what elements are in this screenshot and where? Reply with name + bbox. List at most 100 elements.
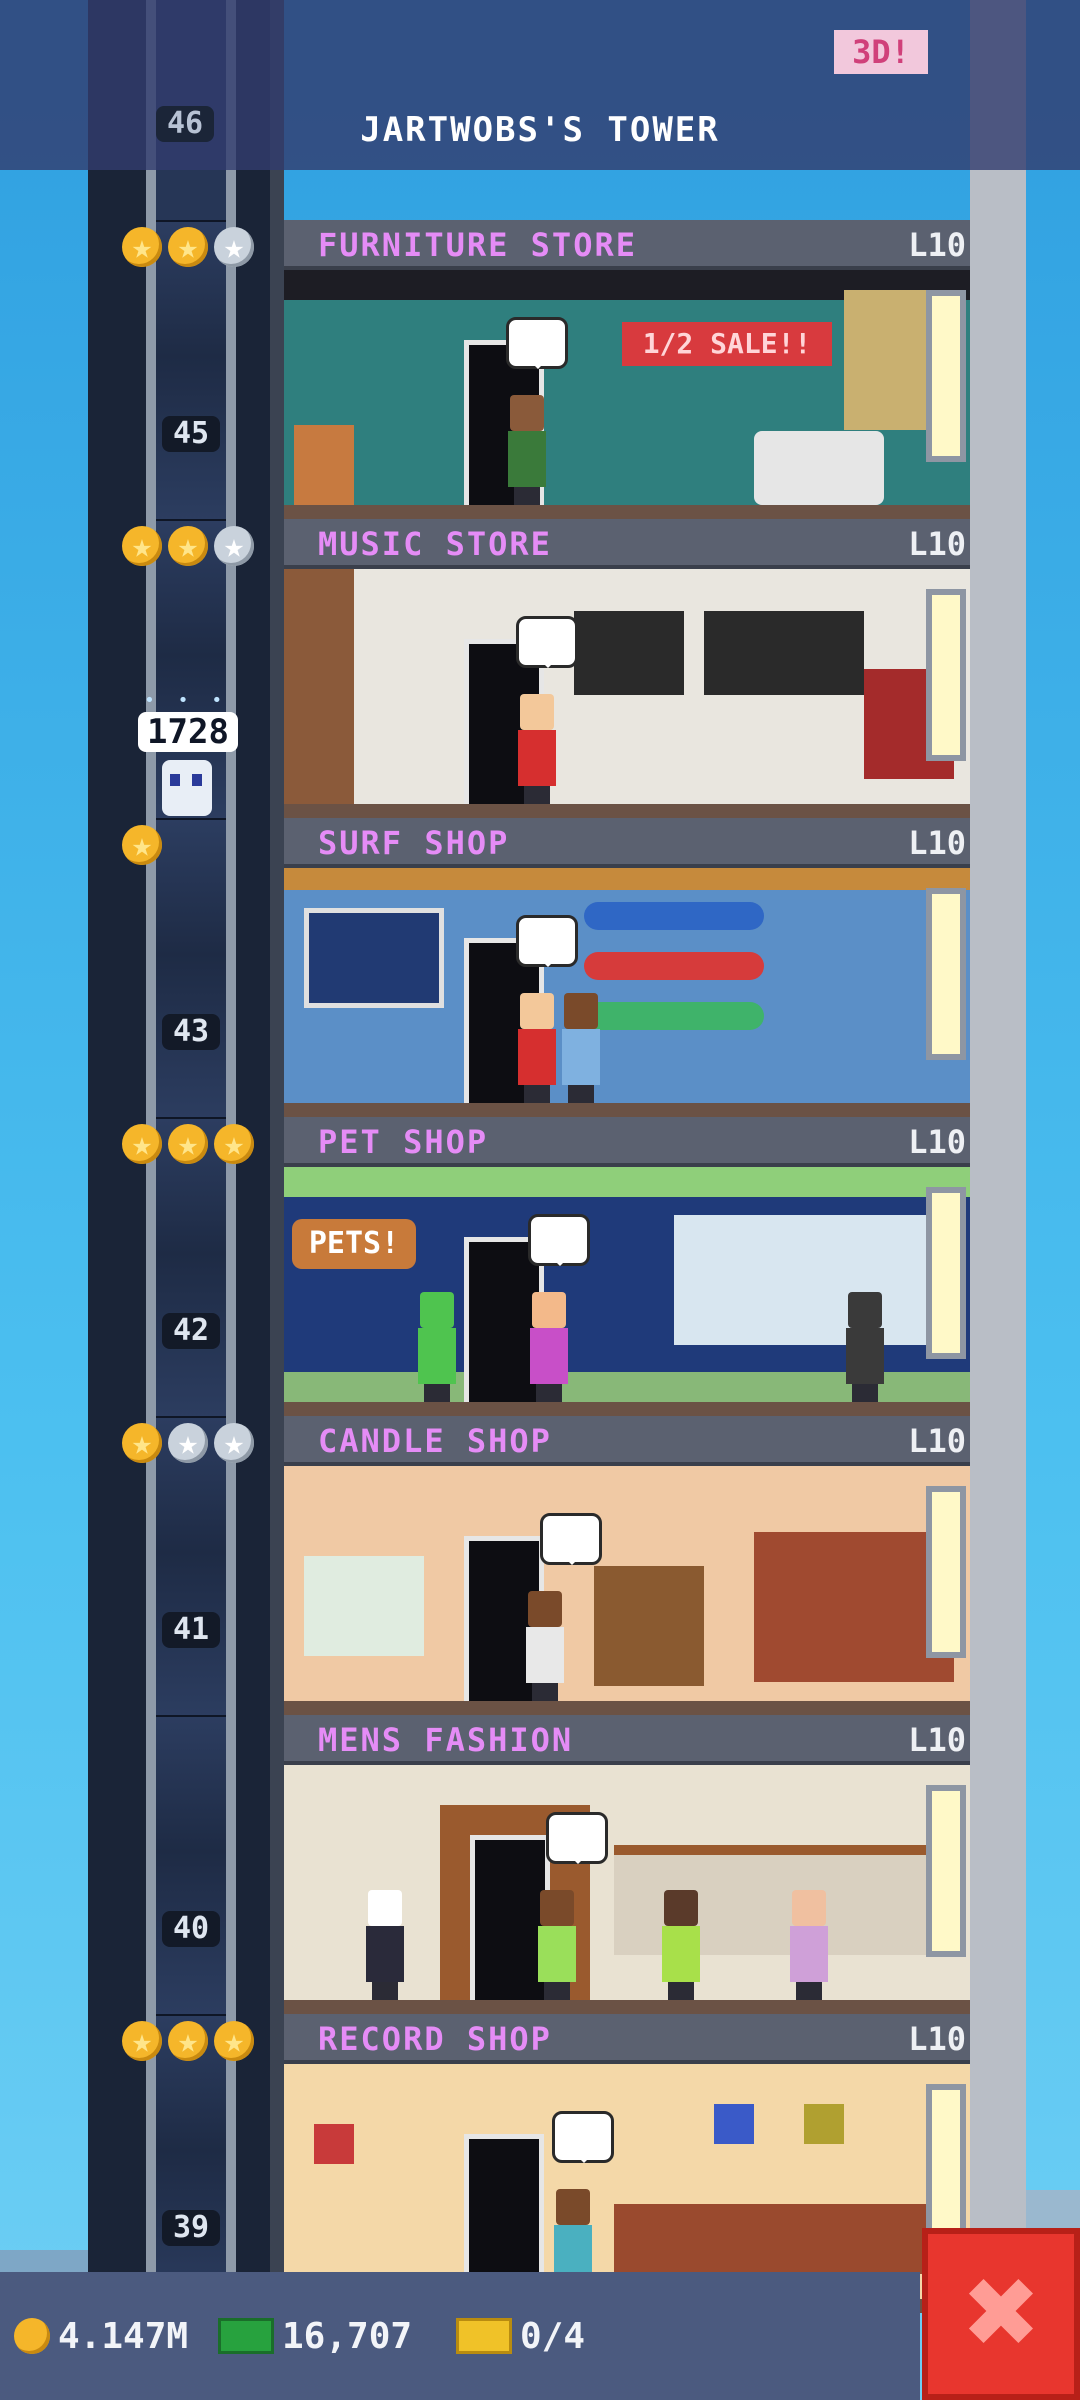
bitizen[interactable] — [516, 993, 558, 1103]
bitizen[interactable] — [516, 694, 558, 804]
gold-star-icon: ★ — [214, 2021, 254, 2061]
floor-name: FURNITURE STORE — [318, 226, 637, 264]
request-bubble[interactable] — [552, 2111, 614, 2163]
bitizen[interactable] — [536, 1890, 578, 2000]
wall-light — [926, 1486, 966, 1658]
request-bubble[interactable] — [528, 1214, 590, 1266]
bitizen[interactable] — [660, 1890, 702, 2000]
bitizen[interactable] — [524, 1591, 566, 1701]
bitizen[interactable] — [788, 1890, 830, 2000]
request-bubble[interactable] — [506, 317, 568, 369]
floor-header: MUSIC STORE L10 — [284, 519, 970, 569]
bux-icon — [218, 2318, 274, 2354]
floor-header: SURF SHOP L10 — [284, 818, 970, 868]
floor-number: 43 — [162, 1014, 220, 1050]
floor-name: RECORD SHOP — [318, 2020, 552, 2058]
wall-light — [926, 589, 966, 761]
bitizen[interactable] — [528, 1292, 570, 1402]
bitizen[interactable] — [560, 993, 602, 1103]
floor-level: L10 — [908, 824, 966, 862]
floor-surf-shop[interactable]: SURF SHOP L10 — [284, 818, 970, 1117]
coins-counter[interactable]: 4.147M — [14, 2306, 188, 2366]
floor-level: L10 — [908, 1123, 966, 1161]
bux-counter[interactable]: 16,707 — [218, 2306, 412, 2366]
floor-level: L10 — [908, 226, 966, 264]
request-bubble[interactable] — [540, 1513, 602, 1565]
floor-name: MUSIC STORE — [318, 525, 552, 563]
floor-stars: ★ — [122, 822, 272, 868]
gold-star-icon: ★ — [122, 1423, 162, 1463]
gold-star-icon: ★ — [122, 1124, 162, 1164]
floor-music-store[interactable]: MUSIC STORE L10 — [284, 519, 970, 818]
tickets-counter[interactable]: 0/4 — [456, 2306, 585, 2366]
gold-star-icon: ★ — [168, 526, 208, 566]
sale-sign: 1/2 SALE!! — [622, 322, 832, 366]
silver-star-icon: ★ — [214, 227, 254, 267]
silver-star-icon: ★ — [214, 526, 254, 566]
floor-number: 39 — [162, 2210, 220, 2246]
gold-star-icon: ★ — [122, 526, 162, 566]
floor-stars: ★ ★ ★ — [122, 224, 272, 270]
wall-light — [926, 290, 966, 462]
ticket-icon — [456, 2318, 512, 2354]
floor-level: L10 — [908, 525, 966, 563]
floor-stars: ★ ★ ★ — [122, 1121, 272, 1167]
bitizen[interactable] — [844, 1292, 886, 1402]
bitizen[interactable] — [416, 1292, 458, 1402]
tower-header: 46 3D! JARTWOBS'S TOWER — [0, 0, 1080, 170]
tower-title: JARTWOBS'S TOWER — [360, 110, 720, 150]
tower[interactable]: 45 ★ ★ ★ FURNITURE STORE L10 1/2 SALE!! … — [88, 0, 1026, 2315]
3d-sign: 3D! — [834, 30, 928, 74]
request-bubble[interactable] — [516, 616, 578, 668]
gold-star-icon: ★ — [168, 1124, 208, 1164]
coins-value: 4.147M — [58, 2315, 189, 2357]
floor-room — [284, 1765, 970, 2014]
elevator-operator — [162, 760, 212, 816]
mannequin — [364, 1890, 406, 2000]
close-button[interactable]: ✖ — [922, 2228, 1080, 2400]
gold-star-icon: ★ — [168, 2021, 208, 2061]
wall-light — [926, 888, 966, 1060]
request-bubble[interactable] — [516, 915, 578, 967]
floor-furniture-store[interactable]: FURNITURE STORE L10 1/2 SALE!! — [284, 220, 970, 519]
floor-room — [284, 569, 970, 818]
floor-level: L10 — [908, 1721, 966, 1759]
floor-stars: ★ ★ ★ — [122, 523, 272, 569]
floor-number: 41 — [162, 1612, 220, 1648]
wall-light — [926, 1785, 966, 1957]
wall-light — [926, 1187, 966, 1359]
bux-value: 16,707 — [282, 2315, 413, 2357]
elevator-counter: 1728 — [138, 712, 238, 752]
pets-sign: PETS! — [292, 1219, 416, 1269]
floor-name: PET SHOP — [318, 1123, 489, 1161]
elevator-cell-40[interactable]: 40 — [156, 1715, 226, 2016]
silver-star-icon: ★ — [214, 1423, 254, 1463]
floor-room: 1/2 SALE!! — [284, 270, 970, 519]
floor-candle-shop[interactable]: CANDLE SHOP L10 — [284, 1416, 970, 1715]
gold-star-icon: ★ — [168, 227, 208, 267]
floor-number: 40 — [162, 1911, 220, 1947]
floor-header: CANDLE SHOP L10 — [284, 1416, 970, 1466]
floor-name: MENS FASHION — [318, 1721, 574, 1759]
floor-pet-shop[interactable]: PET SHOP L10 PETS! — [284, 1117, 970, 1416]
gold-star-icon: ★ — [214, 1124, 254, 1164]
tower-edge — [270, 0, 284, 2290]
floor-room — [284, 868, 970, 1117]
floor-level: L10 — [908, 1422, 966, 1460]
request-bubble[interactable] — [546, 1812, 608, 1864]
floor-room: PETS! — [284, 1167, 970, 1416]
gold-star-icon: ★ — [122, 2021, 162, 2061]
floor-number: 45 — [162, 416, 220, 452]
bitizen[interactable] — [506, 395, 548, 505]
floor-mens-fashion[interactable]: MENS FASHION L10 — [284, 1715, 970, 2014]
tower-right-wall — [970, 0, 1026, 2290]
floor-record-shop[interactable]: RECORD SHOP L10 — [284, 2014, 970, 2313]
floor-level: L10 — [908, 2020, 966, 2058]
elevator-dots: • • • • — [144, 690, 229, 732]
floor-name: CANDLE SHOP — [318, 1422, 552, 1460]
close-icon: ✖ — [960, 2257, 1042, 2369]
floor-header: RECORD SHOP L10 — [284, 2014, 970, 2064]
tickets-value: 0/4 — [520, 2315, 586, 2357]
floor-room — [284, 1466, 970, 1715]
gold-star-icon: ★ — [122, 825, 162, 865]
